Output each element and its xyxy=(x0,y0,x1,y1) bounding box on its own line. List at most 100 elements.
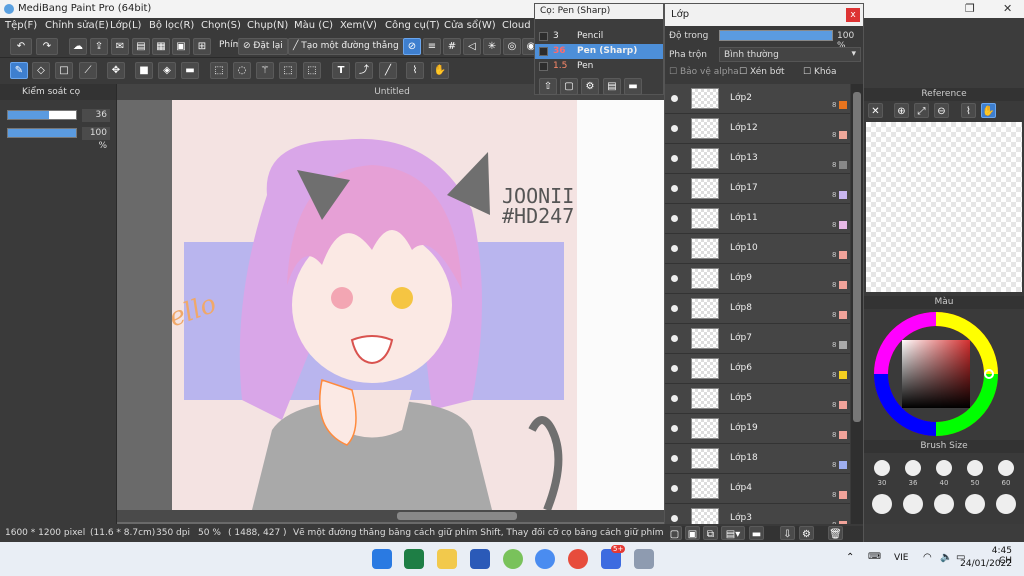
restore-window-button[interactable]: ❐ xyxy=(965,2,975,15)
snapshot-icon[interactable]: ▤ xyxy=(132,38,150,55)
select-rect-icon[interactable]: ⬚ xyxy=(210,62,228,79)
reset-button[interactable]: ⊘ Đặt lại xyxy=(238,38,288,55)
gradient-tool-icon[interactable]: ▬ xyxy=(181,62,199,79)
brush-opacity-value[interactable]: 100 % xyxy=(82,127,110,151)
fill-shape-tool-icon[interactable]: ■ xyxy=(135,62,153,79)
layer-row[interactable]: Lớp13 8 xyxy=(665,144,850,174)
file-explorer-icon[interactable] xyxy=(437,549,457,569)
eye-icon[interactable] xyxy=(671,395,678,402)
ref-hand-icon[interactable]: ✋ xyxy=(981,103,996,118)
ref-eyedropper-icon[interactable]: ⌇ xyxy=(961,103,976,118)
menu-view[interactable]: Xem(V) xyxy=(340,20,377,31)
layer-row[interactable]: Lớp9 8 xyxy=(665,264,850,294)
zalo-icon[interactable]: 5+ xyxy=(601,545,626,569)
eye-icon[interactable] xyxy=(671,335,678,342)
menu-color[interactable]: Màu (C) xyxy=(294,20,333,31)
eye-icon[interactable] xyxy=(671,95,678,102)
layer-row[interactable]: Lớp8 8 xyxy=(665,294,850,324)
snap-radial-icon[interactable]: ✳ xyxy=(483,38,501,55)
brush-size-preset[interactable]: 40 xyxy=(930,458,958,488)
snap-parallel-icon[interactable]: ≡ xyxy=(423,38,441,55)
page-icon[interactable]: ▦ xyxy=(152,38,170,55)
layer-row[interactable]: Lớp3 8 xyxy=(665,504,850,524)
operation-tool-icon[interactable]: ⤴ xyxy=(355,62,373,79)
select-pen-icon[interactable]: ⬚ xyxy=(279,62,297,79)
comment-icon[interactable]: ✉ xyxy=(111,38,129,55)
fit-icon[interactable]: ⤢ xyxy=(914,103,929,118)
brush-checkbox[interactable] xyxy=(539,62,548,71)
windows-start-icon[interactable] xyxy=(372,549,392,569)
merge-layer-icon[interactable]: ⇩ xyxy=(780,526,795,540)
brush-folder-icon[interactable]: ▬ xyxy=(624,78,642,95)
reference-close-icon[interactable]: ✕ xyxy=(868,103,883,118)
bucket-tool-icon[interactable]: ◈ xyxy=(158,62,176,79)
brush-size-preset-large[interactable] xyxy=(930,492,958,520)
brush-size-preset-large[interactable] xyxy=(899,492,927,520)
layer-row[interactable]: Lớp2 8 xyxy=(665,84,850,114)
zoom-out-icon[interactable]: ⊖ xyxy=(934,103,949,118)
brush-tool-icon[interactable]: ✎ xyxy=(10,62,28,79)
select-eraser-icon[interactable]: ⬚ xyxy=(303,62,321,79)
text-tool-icon[interactable]: T xyxy=(332,62,350,79)
layer-row[interactable]: Lớp6 8 xyxy=(665,354,850,384)
snap-circle-icon[interactable]: ◎ xyxy=(503,38,521,55)
divide-tool-icon[interactable]: ╱ xyxy=(379,62,397,79)
meeting-icon[interactable] xyxy=(535,549,555,569)
keyboard-icon[interactable]: ⌨ xyxy=(868,552,881,562)
layer-row[interactable]: Lớp7 8 xyxy=(665,324,850,354)
layer-scrollbar[interactable] xyxy=(851,84,863,524)
close-layer-panel-button[interactable]: x xyxy=(846,8,860,22)
blur-tool-icon[interactable]: ⟋ xyxy=(79,62,97,79)
move-tool-icon[interactable]: ✥ xyxy=(107,62,125,79)
layout-icon[interactable]: ⊞ xyxy=(193,38,211,55)
hand-tool-icon[interactable]: ✋ xyxy=(431,62,449,79)
eye-icon[interactable] xyxy=(671,455,678,462)
dot-tool-icon[interactable]: □ xyxy=(55,62,73,79)
brush-checkbox[interactable] xyxy=(539,47,548,56)
menu-select[interactable]: Chọn(S) xyxy=(201,20,241,31)
layer-row[interactable]: Lớp18 8 xyxy=(665,444,850,474)
eye-icon[interactable] xyxy=(671,155,678,162)
lasso-icon[interactable]: ◌ xyxy=(233,62,251,79)
share-icon[interactable]: ⇪ xyxy=(90,38,108,55)
eye-icon[interactable] xyxy=(671,245,678,252)
brush-size-preset-large[interactable] xyxy=(992,492,1020,520)
layer-row[interactable]: Lớp12 8 xyxy=(665,114,850,144)
close-window-button[interactable]: ✕ xyxy=(1003,2,1012,15)
eye-icon[interactable] xyxy=(671,185,678,192)
menu-edit[interactable]: Chỉnh sửa(E) xyxy=(45,20,109,31)
brush-item-pen-sharp[interactable]: 36 Pen (Sharp) xyxy=(535,44,663,59)
eye-icon[interactable] xyxy=(671,275,678,282)
menu-tools[interactable]: Công cụ(T) xyxy=(385,20,440,31)
protect-alpha-toggle[interactable]: ☐ Bảo vệ alpha xyxy=(669,67,739,77)
eraser-tool-icon[interactable]: ◇ xyxy=(32,62,50,79)
layer-folder-icon[interactable]: ▬ xyxy=(749,526,764,540)
eye-icon[interactable] xyxy=(671,305,678,312)
add-brush-icon[interactable]: ⇧ xyxy=(539,78,557,95)
artwork-canvas[interactable]: JOONII #HD247 Hello xyxy=(172,100,577,510)
app-icon[interactable] xyxy=(503,549,523,569)
brush-size-preset[interactable]: 60 xyxy=(992,458,1020,488)
brush-item-pen[interactable]: 1.5 Pen xyxy=(535,59,663,74)
brush-size-slider[interactable] xyxy=(7,110,77,120)
redo-icon[interactable]: ↷ xyxy=(36,38,58,55)
volume-icon[interactable]: 🔈 xyxy=(940,552,952,563)
language-indicator[interactable]: VIE xyxy=(894,553,909,563)
chrome-icon[interactable] xyxy=(568,549,588,569)
menu-file[interactable]: Tệp(F) xyxy=(5,20,37,31)
eye-icon[interactable] xyxy=(671,515,678,522)
cloud-icon[interactable]: ☁ xyxy=(69,38,87,55)
clock-date[interactable]: 24/01/2022 xyxy=(960,559,1012,569)
eyedropper-icon[interactable]: ⌇ xyxy=(406,62,424,79)
scroll-thumb[interactable] xyxy=(397,512,517,520)
layer-row[interactable]: Lớp10 8 xyxy=(665,234,850,264)
eye-icon[interactable] xyxy=(671,425,678,432)
calculator-icon[interactable] xyxy=(634,549,654,569)
grid-icon[interactable]: ▣ xyxy=(172,38,190,55)
menu-filter[interactable]: Bộ lọc(R) xyxy=(149,20,194,31)
layer-row[interactable]: Lớp4 8 xyxy=(665,474,850,504)
lock-toggle[interactable]: ☐ Khóa xyxy=(803,67,837,77)
brush-item-pencil[interactable]: 3 Pencil xyxy=(535,29,663,44)
brush-opacity-slider[interactable] xyxy=(7,128,77,138)
brush-settings-icon[interactable]: ⚙ xyxy=(581,78,599,95)
